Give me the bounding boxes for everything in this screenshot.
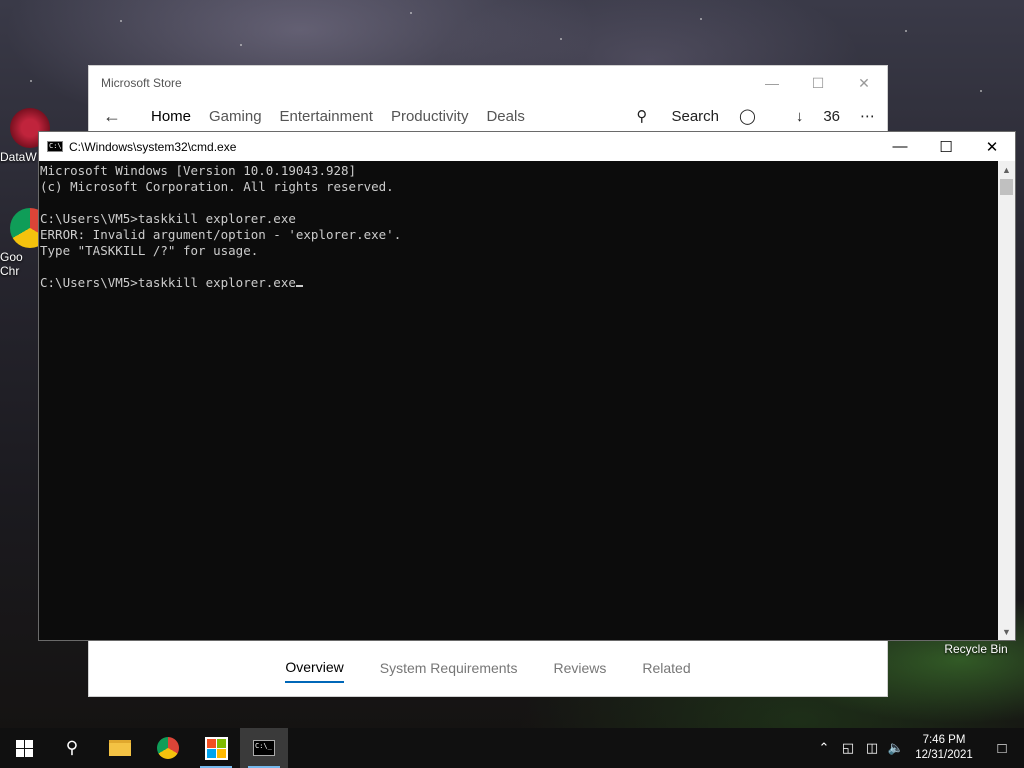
taskbar-cmd[interactable]: C:\_ [240,728,288,768]
cmd-app-icon: C:\ [47,141,63,152]
tab-system-requirements[interactable]: System Requirements [380,660,518,682]
maximize-icon[interactable]: ☐ [923,132,969,161]
store-tabs: Overview System Requirements Reviews Rel… [89,644,887,698]
console-input-line[interactable]: C:\Users\VM5>taskkill explorer.exe [40,275,998,291]
download-arrow-icon: ↓ [795,107,804,125]
security-warning-icon[interactable]: ◱ [836,740,860,756]
console-line: C:\Users\VM5>taskkill explorer.exe [40,211,296,226]
search-icon: ⚲ [65,738,79,757]
desktop-icon-label: Recycle Bin [944,642,1008,656]
cmd-icon: C:\_ [253,740,275,756]
console-output[interactable]: Microsoft Windows [Version 10.0.19043.92… [39,161,998,640]
store-titlebar: Microsoft Store — ☐ ✕ [89,66,887,100]
nav-entertainment[interactable]: Entertainment [280,108,373,125]
taskbar-file-explorer[interactable] [96,728,144,768]
downloads-count: 36 [823,107,840,125]
console-line: ​ [40,195,998,211]
chevron-up-icon[interactable]: ⌃ [812,740,836,756]
store-nav: ← Home Gaming Entertainment Productivity… [89,100,887,132]
nav-deals[interactable]: Deals [486,108,524,125]
taskbar-store[interactable] [192,728,240,768]
console-line: Type "TASKKILL /?" for usage. [40,243,259,258]
downloads-button[interactable]: ↓ 36 [776,108,840,125]
more-options-icon[interactable]: ⋯ [860,107,875,125]
nav-home[interactable]: Home [151,108,191,125]
notification-icon[interactable]: □ [980,740,1024,757]
console-prompt: C:\Users\VM5>taskkill explorer.exe [40,275,296,290]
minimize-icon[interactable]: — [749,66,795,100]
close-icon[interactable]: ✕ [841,66,887,100]
network-icon[interactable]: ◫ [860,740,884,756]
tab-overview[interactable]: Overview [285,659,344,683]
taskbar-search-button[interactable]: ⚲ [48,728,96,768]
account-icon[interactable]: ◯ [739,107,756,125]
desktop-icon-label: Goo Chr [0,250,23,278]
system-tray: ⌃ ◱ ◫ 🔈 7:46 PM 12/31/2021 □ [812,728,1024,768]
vertical-scrollbar[interactable]: ▲ ▼ [998,161,1015,640]
console-line: ERROR: Invalid argument/option - 'explor… [40,227,402,242]
chrome-icon [157,737,179,759]
cmd-titlebar[interactable]: C:\ C:\Windows\system32\cmd.exe — ☐ ✕ [39,132,1015,161]
nav-gaming[interactable]: Gaming [209,108,262,125]
console-line: Microsoft Windows [Version 10.0.19043.92… [40,163,357,178]
start-button[interactable] [0,728,48,768]
scroll-down-icon[interactable]: ▼ [998,623,1015,640]
store-icon [204,736,228,760]
clock-date: 12/31/2021 [915,749,973,761]
console-line: ​ [40,259,998,275]
scroll-up-icon[interactable]: ▲ [998,161,1015,178]
search-icon: ⚲ [636,108,648,125]
folder-icon [109,740,131,756]
volume-muted-icon[interactable]: 🔈 [884,740,908,756]
cmd-window: C:\ C:\Windows\system32\cmd.exe — ☐ ✕ Mi… [38,131,1016,641]
search-label: Search [671,108,720,125]
cmd-window-title: C:\Windows\system32\cmd.exe [69,139,237,154]
text-cursor [295,285,303,287]
console-line: (c) Microsoft Corporation. All rights re… [40,179,394,194]
taskbar-chrome[interactable] [144,728,192,768]
store-window-title: Microsoft Store [101,76,182,90]
minimize-icon[interactable]: — [877,132,923,161]
clock-time: 7:46 PM [922,734,966,746]
nav-productivity[interactable]: Productivity [391,108,469,125]
close-icon[interactable]: ✕ [969,132,1015,161]
tab-related[interactable]: Related [642,660,690,682]
back-arrow-icon[interactable]: ← [103,106,133,127]
clock[interactable]: 7:46 PM 12/31/2021 [908,733,980,763]
tab-reviews[interactable]: Reviews [553,660,606,682]
scrollbar-thumb[interactable] [1000,179,1013,195]
taskbar: ⚲ C:\_ ⌃ ◱ ◫ 🔈 7:46 PM 12/31/2021 □ [0,728,1024,768]
maximize-icon[interactable]: ☐ [795,66,841,100]
search-button[interactable]: ⚲ Search [616,107,719,125]
windows-logo-icon [15,739,33,757]
